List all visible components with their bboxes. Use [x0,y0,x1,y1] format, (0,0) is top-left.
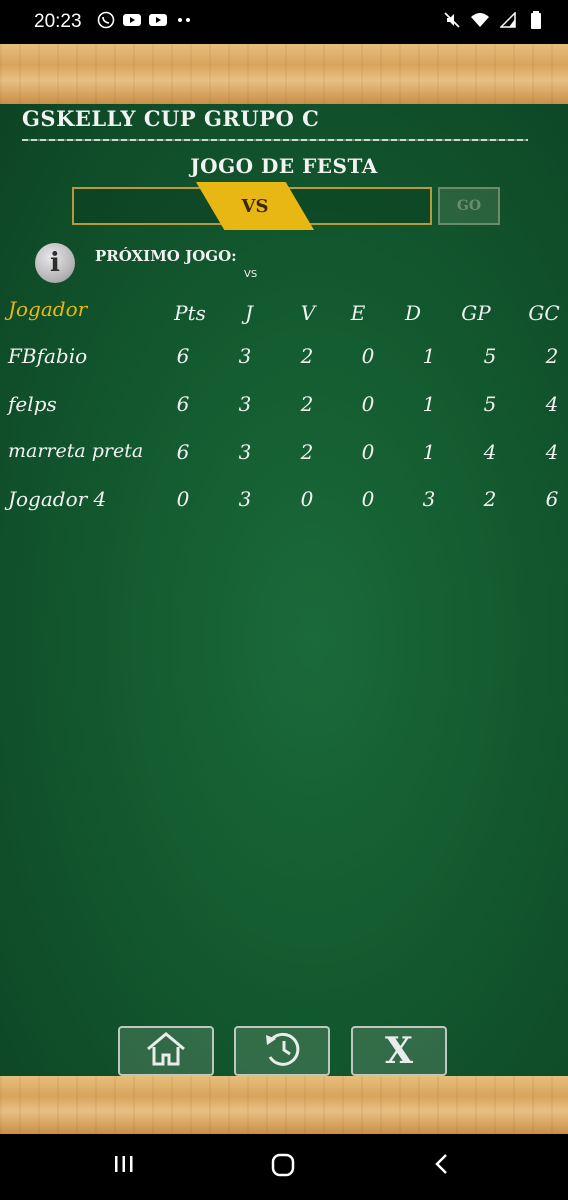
cell-j: 3 [238,440,252,464]
battery-icon [526,10,546,30]
cell-e: 0 [361,440,375,464]
cell-pts: 0 [176,487,190,511]
col-header-v: V [300,301,316,325]
cell-gc: 4 [545,440,559,464]
cell-gc: 2 [545,344,559,368]
youtube-icon [148,10,168,30]
cell-v: 0 [300,487,314,511]
cell-d: 1 [422,392,436,416]
notification-icons [96,10,194,30]
col-header-jogador: Jogador [8,297,88,321]
home-icon [142,1030,190,1072]
col-header-j: J [244,301,254,325]
status-bar: 20:23 [0,0,568,44]
close-button[interactable]: X [351,1026,447,1076]
cell-pts: 6 [176,344,190,368]
back-icon[interactable] [432,1152,452,1176]
home-button[interactable] [118,1026,214,1076]
col-header-gp: GP [461,301,491,325]
player-name: felps [8,392,57,416]
cell-d: 1 [422,344,436,368]
cell-j: 3 [238,487,252,511]
wood-frame-bottom [0,1076,568,1134]
cell-gp: 4 [483,440,497,464]
cell-gp: 5 [483,392,497,416]
android-navbar [0,1134,568,1200]
wood-frame-top [0,44,568,104]
page-title: GSKELLY CUP GRUPO C [22,106,320,131]
system-icons [442,10,546,30]
title-divider [22,139,528,141]
cell-v: 2 [300,440,314,464]
col-header-e: E [350,301,366,325]
signal-icon [498,10,518,30]
cell-j: 3 [238,344,252,368]
col-header-pts: Pts [174,301,206,325]
more-dots-icon [174,10,194,30]
cell-e: 0 [361,392,375,416]
mute-icon [442,10,462,30]
recent-apps-icon[interactable] [112,1152,136,1176]
cell-d: 1 [422,440,436,464]
cell-v: 2 [300,344,314,368]
cell-e: 0 [361,344,375,368]
cell-d: 3 [422,487,436,511]
cell-v: 2 [300,392,314,416]
player-name: FBfabio [8,344,88,368]
cell-gc: 6 [545,487,559,511]
status-time: 20:23 [34,11,82,32]
cell-j: 3 [238,392,252,416]
next-game-vs: VS [244,269,258,280]
cell-pts: 6 [176,392,190,416]
player-name: marreta preta [8,440,144,462]
cell-e: 0 [361,487,375,511]
cell-gc: 4 [545,392,559,416]
cell-gp: 2 [483,487,497,511]
vs-text: VS [241,195,269,217]
chalkboard [0,104,568,1076]
cell-pts: 6 [176,440,190,464]
close-icon: X [385,1030,413,1072]
whatsapp-icon [96,10,116,30]
youtube-icon [122,10,142,30]
game-label: JOGO DE FESTA [190,154,378,178]
player-name: Jogador 4 [8,487,107,511]
history-button[interactable] [234,1026,330,1076]
history-icon [258,1029,306,1073]
col-header-d: D [404,301,422,325]
go-button[interactable]: GO [438,187,500,225]
cell-gp: 5 [483,344,497,368]
col-header-gc: GC [528,301,560,325]
next-game-label: PRÓXIMO JOGO: [95,247,237,265]
info-icon[interactable]: i [35,243,75,283]
wifi-icon [470,10,490,30]
home-nav-icon[interactable] [270,1152,296,1178]
